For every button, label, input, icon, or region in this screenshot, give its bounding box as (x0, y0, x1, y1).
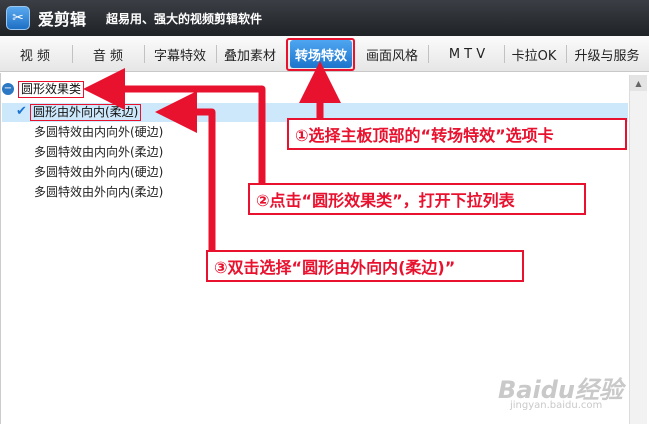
tab-separator (504, 45, 505, 63)
tab-separator (144, 45, 145, 63)
tab-separator (428, 45, 429, 63)
tab-separator (72, 45, 73, 63)
tab-separator (216, 45, 217, 63)
title-bar: ✂ 爱剪辑 超易用、强大的视频剪辑软件 (0, 0, 649, 36)
tab-upgrade-service[interactable]: 升级与服务 (568, 40, 646, 68)
tab-picture-style[interactable]: 画面风格 (360, 40, 424, 68)
transition-tab-highlight (286, 38, 355, 71)
tree-item[interactable]: 多圆特效由内向外(柔边) (34, 143, 163, 161)
tree-category-circle-effects[interactable]: − 圆形效果类 (2, 80, 85, 98)
annotation-step3: ③双击选择“圆形由外向内(柔边)” (206, 250, 524, 282)
category-label[interactable]: 圆形效果类 (18, 80, 85, 98)
tree-item[interactable]: 多圆特效由内向外(硬边) (34, 123, 163, 141)
annotation-step2: ②点击“圆形效果类”，打开下拉列表 (248, 183, 586, 215)
tab-karaoke[interactable]: 卡拉OK (506, 40, 562, 68)
collapse-icon[interactable]: − (2, 83, 14, 95)
app-name: 爱剪辑 (38, 10, 87, 29)
tab-audio[interactable]: 音 频 (78, 40, 138, 68)
app-logo-icon: ✂ (6, 6, 30, 30)
tree-item[interactable]: 多圆特效由外向内(柔边) (34, 183, 163, 201)
vertical-scrollbar[interactable]: ▲ (629, 75, 647, 424)
tree-item[interactable]: 多圆特效由外向内(硬边) (34, 163, 163, 181)
app-tagline: 超易用、强大的视频剪辑软件 (106, 11, 263, 26)
watermark-url: jingyan.baidu.com (510, 400, 603, 411)
tab-separator (566, 45, 567, 63)
tab-video[interactable]: 视 频 (6, 40, 64, 68)
annotation-step1: ①选择主板顶部的“转场特效”选项卡 (287, 118, 627, 150)
tree-item-selected[interactable]: 圆形由外向内(柔边) (30, 104, 142, 121)
checkmark-icon: ✔ (16, 104, 27, 119)
tab-subtitle-effects[interactable]: 字幕特效 (148, 40, 212, 68)
tab-overlay-material[interactable]: 叠加素材 (218, 40, 282, 68)
scroll-up-icon[interactable]: ▲ (630, 75, 647, 91)
tab-mtv[interactable]: M T V (434, 40, 500, 68)
